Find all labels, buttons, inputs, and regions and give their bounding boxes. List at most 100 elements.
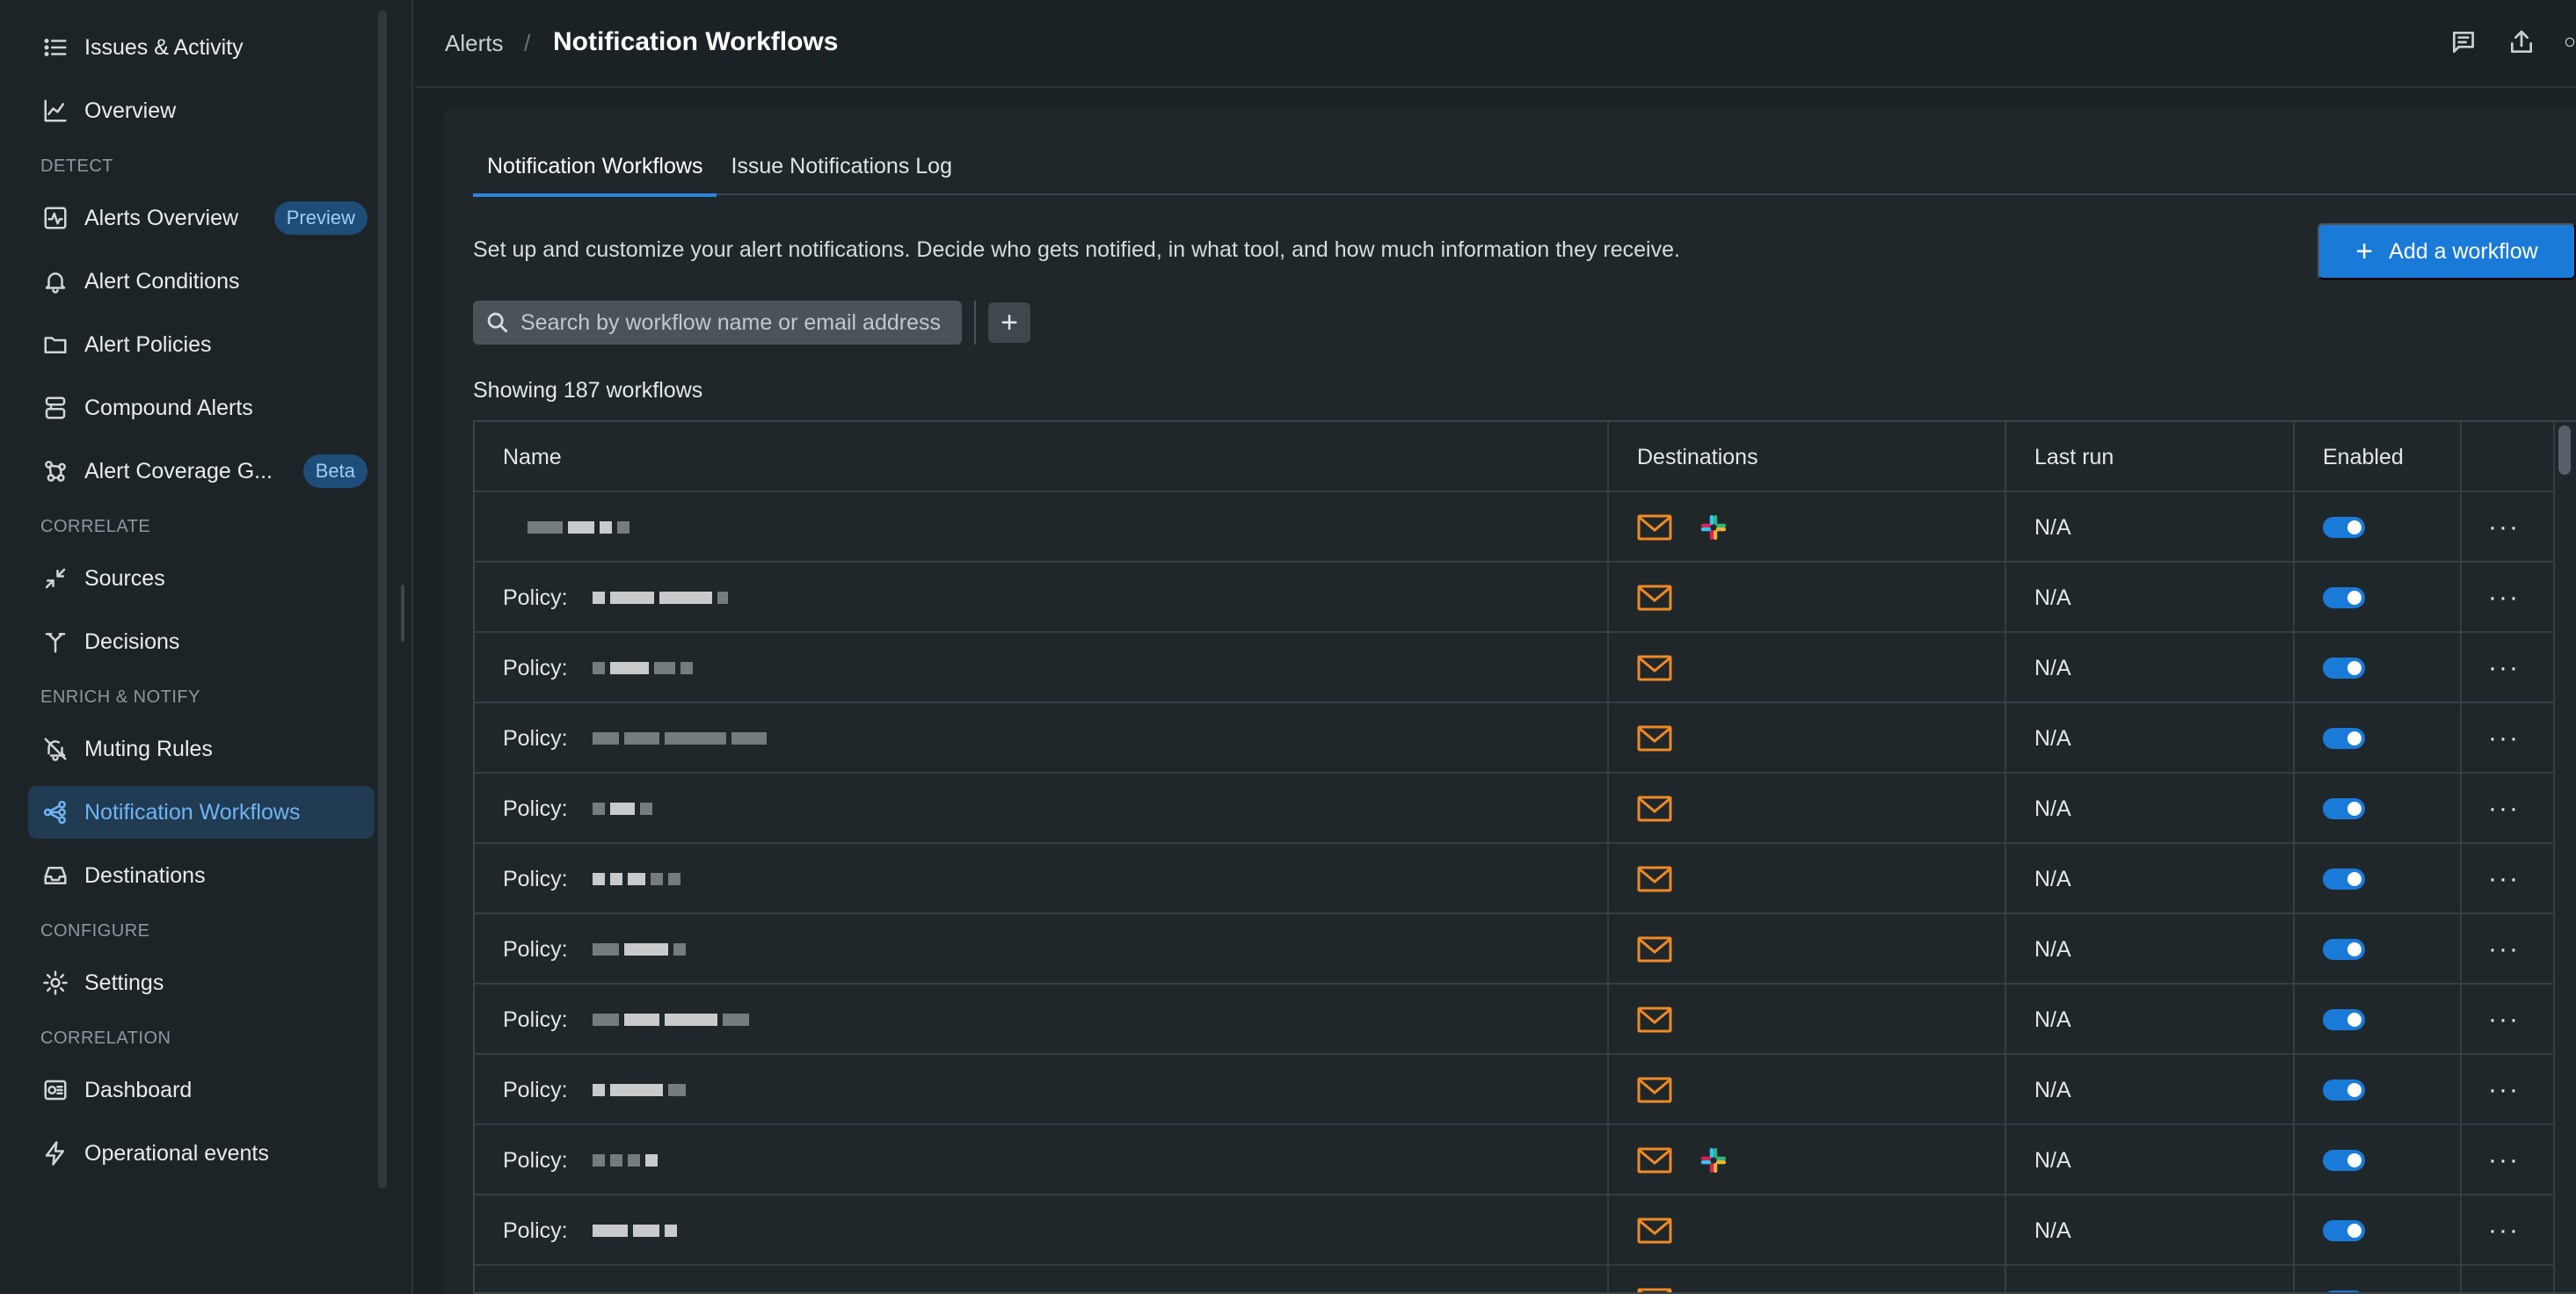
table-row[interactable]: Policy: N/A ··· <box>475 703 2576 774</box>
sidebar-item-notification-workflows[interactable]: Notification Workflows <box>28 786 375 839</box>
destinations-cell <box>1609 1266 2006 1292</box>
enabled-toggle[interactable] <box>2323 798 2365 819</box>
sidebar-item-decisions[interactable]: Decisions <box>28 615 375 668</box>
table-row[interactable]: Policy: N/A ··· <box>475 914 2576 985</box>
email-icon <box>1637 1288 1672 1292</box>
add-workflow-button[interactable]: + Add a workflow <box>2318 223 2576 280</box>
destinations-cell <box>1609 1196 2006 1266</box>
enabled-toggle[interactable] <box>2323 1080 2365 1101</box>
sidebar-resize-handle[interactable] <box>401 585 404 642</box>
workflow-name-cell[interactable]: Policy: <box>475 633 1609 703</box>
workflow-name-cell[interactable]: Policy: <box>475 844 1609 914</box>
enabled-toggle[interactable] <box>2323 658 2365 679</box>
table-row[interactable]: ··· <box>475 1266 2576 1293</box>
more-actions-icon[interactable]: ··· <box>2488 655 2520 681</box>
enabled-toggle[interactable] <box>2323 1290 2365 1292</box>
share-icon[interactable] <box>2506 26 2537 58</box>
enabled-toggle[interactable] <box>2323 587 2365 608</box>
sidebar-item-overview[interactable]: Overview <box>28 84 375 137</box>
sidebar-item-destinations[interactable]: Destinations <box>28 849 375 902</box>
workflow-name-cell[interactable] <box>475 1266 1609 1292</box>
top-bar: Alerts / Notification Workflows <box>415 0 2576 88</box>
enabled-toggle[interactable] <box>2323 517 2365 538</box>
table-row[interactable]: Policy: N/A ··· <box>475 563 2576 633</box>
sidebar-item-alert-policies[interactable]: Alert Policies <box>28 318 375 371</box>
destinations-cell <box>1609 1125 2006 1196</box>
workflow-name-cell[interactable]: Policy: <box>475 914 1609 985</box>
sidebar-item-sources[interactable]: Sources <box>28 552 375 605</box>
enabled-toggle[interactable] <box>2323 1220 2365 1241</box>
more-actions-icon[interactable]: ··· <box>2488 936 2520 963</box>
feedback-icon[interactable] <box>2448 26 2479 58</box>
workflow-name-cell[interactable]: Policy: <box>475 563 1609 633</box>
preview-badge: Preview <box>273 201 367 235</box>
enabled-toggle[interactable] <box>2323 728 2365 749</box>
tab-issue-notifications-log[interactable]: Issue Notifications Log <box>717 146 966 195</box>
more-actions-icon[interactable]: ··· <box>2488 725 2520 752</box>
inbox-icon <box>40 861 70 891</box>
more-actions-icon[interactable]: ··· <box>2488 1288 2520 1293</box>
column-header-last-run[interactable]: Last run <box>2006 422 2295 492</box>
more-actions-icon[interactable]: ··· <box>2488 514 2520 541</box>
table-scrollbar[interactable] <box>2558 425 2571 475</box>
sidebar-item-alerts-overview[interactable]: Alerts Overview Preview <box>28 192 375 244</box>
breadcrumb-separator: / <box>524 30 531 56</box>
sidebar-item-dashboard[interactable]: Dashboard <box>28 1064 375 1116</box>
workflow-name-cell[interactable]: Policy: <box>475 1055 1609 1125</box>
email-icon <box>1637 1077 1672 1103</box>
enabled-cell <box>2295 633 2462 703</box>
sidebar-item-issues-activity[interactable]: Issues & Activity <box>28 21 375 74</box>
row-actions-cell: ··· <box>2462 563 2546 633</box>
sidebar-item-muting-rules[interactable]: Muting Rules <box>28 723 375 775</box>
destinations-cell <box>1609 492 2006 563</box>
sidebar-item-label: Dashboard <box>84 1077 193 1102</box>
sidebar-scrollbar[interactable] <box>378 11 387 1189</box>
sidebar-item-label: Muting Rules <box>84 736 213 761</box>
more-actions-icon[interactable]: ··· <box>2488 866 2520 892</box>
sidebar-item-alert-coverage-g[interactable]: Alert Coverage G... Beta <box>28 445 375 498</box>
table-row[interactable]: Policy: N/A ··· <box>475 1196 2576 1266</box>
workflow-name-cell[interactable] <box>475 492 1609 563</box>
sidebar-item-operational-events[interactable]: Operational events <box>28 1127 375 1180</box>
column-header-destinations[interactable]: Destinations <box>1609 422 2006 492</box>
slack-icon <box>1700 514 1727 541</box>
table-row[interactable]: Policy: N/A ··· <box>475 985 2576 1055</box>
more-actions-icon[interactable]: ··· <box>2488 1147 2520 1174</box>
column-header-enabled[interactable]: Enabled <box>2295 422 2462 492</box>
search-input[interactable] <box>520 309 951 336</box>
enabled-toggle[interactable] <box>2323 1009 2365 1030</box>
more-actions-icon[interactable]: ··· <box>2488 1007 2520 1033</box>
sidebar-item-settings[interactable]: Settings <box>28 956 375 1009</box>
add-workflow-label: Add a workflow <box>2389 238 2538 264</box>
workflow-name-cell[interactable]: Policy: <box>475 985 1609 1055</box>
tab-notification-workflows[interactable]: Notification Workflows <box>473 146 717 197</box>
workflow-name-cell[interactable]: Policy: <box>475 774 1609 844</box>
breadcrumb-alerts[interactable]: Alerts <box>445 30 503 57</box>
sidebar-item-compound-alerts[interactable]: Compound Alerts <box>28 382 375 434</box>
enabled-toggle[interactable] <box>2323 1150 2365 1171</box>
table-row[interactable]: N/A ··· <box>475 492 2576 563</box>
table-row[interactable]: Policy: N/A ··· <box>475 1125 2576 1196</box>
enabled-toggle[interactable] <box>2323 939 2365 960</box>
more-actions-icon[interactable]: ··· <box>2488 1077 2520 1103</box>
enabled-toggle[interactable] <box>2323 869 2365 890</box>
table-row[interactable]: Policy: N/A ··· <box>475 774 2576 844</box>
table-row[interactable]: Policy: N/A ··· <box>475 844 2576 914</box>
workflow-name-cell[interactable]: Policy: <box>475 1196 1609 1266</box>
last-run-cell: N/A <box>2006 703 2295 774</box>
more-header-icon[interactable] <box>2564 26 2576 58</box>
workflow-name-cell[interactable]: Policy: <box>475 1125 1609 1196</box>
add-filter-button[interactable]: + <box>988 302 1030 343</box>
more-actions-icon[interactable]: ··· <box>2488 796 2520 822</box>
workflow-name-cell[interactable]: Policy: <box>475 703 1609 774</box>
search-box <box>473 301 962 345</box>
destinations-cell <box>1609 774 2006 844</box>
sidebar-item-alert-conditions[interactable]: Alert Conditions <box>28 255 375 308</box>
column-header-name[interactable]: Name <box>475 422 1609 492</box>
table-row[interactable]: Policy: N/A ··· <box>475 633 2576 703</box>
more-actions-icon[interactable]: ··· <box>2488 1218 2520 1244</box>
table-row[interactable]: Policy: N/A ··· <box>475 1055 2576 1125</box>
sidebar-item-label: Sources <box>84 565 165 591</box>
more-actions-icon[interactable]: ··· <box>2488 585 2520 611</box>
sidebar-item-label: Alert Coverage G... <box>84 458 273 483</box>
